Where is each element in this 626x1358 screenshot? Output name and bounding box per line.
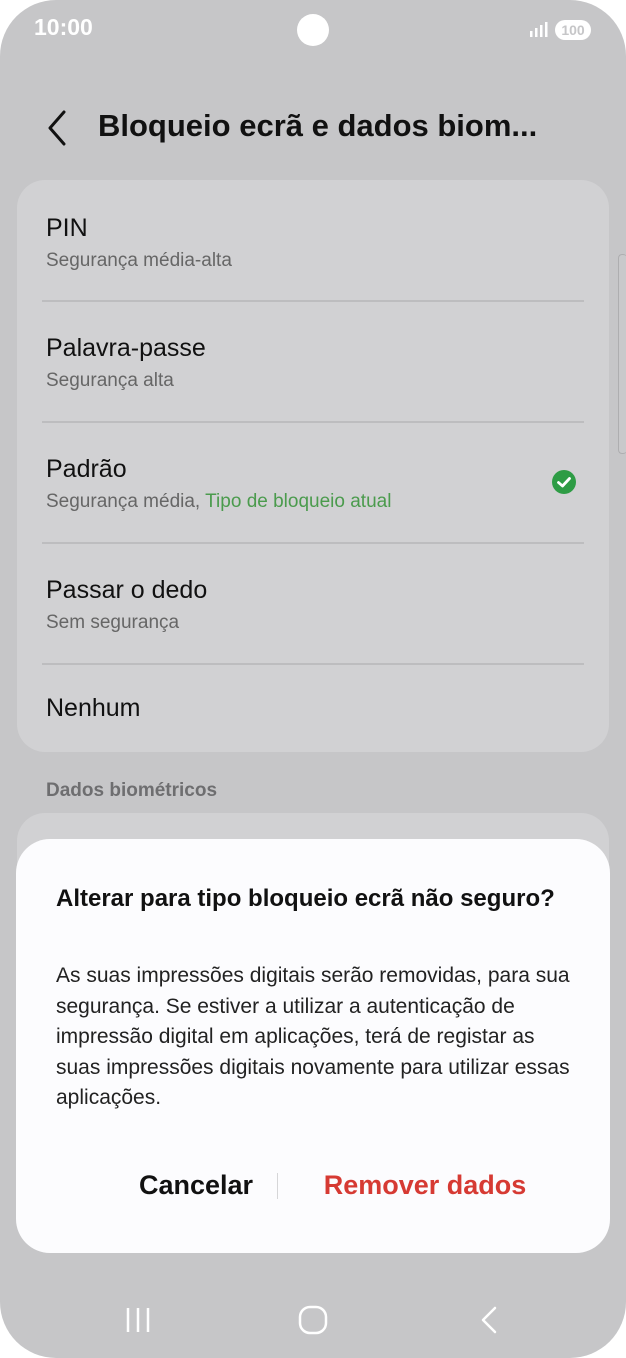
check-circle-icon bbox=[552, 470, 576, 494]
lock-option-swipe[interactable]: Passar o dedo Sem segurança bbox=[17, 543, 609, 663]
camera-cutout bbox=[297, 14, 329, 46]
button-divider bbox=[277, 1173, 278, 1199]
option-subtitle: Segurança média-alta bbox=[46, 250, 232, 271]
option-subtitle: Sem segurança bbox=[46, 612, 180, 633]
cancel-button[interactable]: Cancelar bbox=[76, 1161, 316, 1209]
option-title: PIN bbox=[46, 214, 88, 242]
battery-icon: 100 bbox=[555, 20, 591, 40]
option-title: Palavra-passe bbox=[46, 334, 206, 362]
dialog-title: Alterar para tipo bloqueio ecrã não segu… bbox=[56, 885, 555, 912]
option-subtitle-text: Segurança média, bbox=[46, 491, 206, 512]
back-icon[interactable] bbox=[469, 1300, 509, 1340]
section-label-biometrics: Dados biométricos bbox=[46, 780, 218, 801]
dialog-body: As suas impressões digitais serão removi… bbox=[56, 964, 570, 1109]
signal-icon bbox=[530, 22, 548, 37]
lock-option-none[interactable]: Nenhum bbox=[17, 664, 609, 752]
scroll-indicator[interactable] bbox=[618, 254, 626, 454]
confirm-dialog: Alterar para tipo bloqueio ecrã não segu… bbox=[16, 839, 610, 1253]
option-title: Padrão bbox=[46, 455, 127, 483]
option-title: Passar o dedo bbox=[46, 576, 208, 604]
status-time: 10:00 bbox=[34, 14, 93, 40]
option-title: Nenhum bbox=[46, 694, 141, 722]
option-subtitle: Segurança alta bbox=[46, 370, 174, 391]
back-chevron-icon[interactable] bbox=[38, 106, 78, 150]
lock-option-pattern[interactable]: Padrão Segurança média, Tipo de bloqueio… bbox=[17, 422, 609, 542]
lock-option-pin[interactable]: PIN Segurança média-alta bbox=[17, 180, 609, 300]
lock-type-list: PIN Segurança média-alta Palavra-passe S… bbox=[17, 180, 609, 752]
recents-icon[interactable] bbox=[118, 1300, 158, 1340]
option-subtitle: Segurança média, Tipo de bloqueio atual bbox=[46, 491, 391, 513]
page-title: Bloqueio ecrã e dados biom... bbox=[98, 108, 538, 143]
current-lock-label: Tipo de bloqueio atual bbox=[205, 491, 392, 512]
lock-option-password[interactable]: Palavra-passe Segurança alta bbox=[17, 301, 609, 421]
home-icon[interactable] bbox=[293, 1300, 333, 1340]
remove-data-button[interactable]: Remover dados bbox=[306, 1161, 544, 1209]
phone-screen: 10:00 100 Bloqueio ecrã e dados biom... … bbox=[0, 0, 626, 1358]
